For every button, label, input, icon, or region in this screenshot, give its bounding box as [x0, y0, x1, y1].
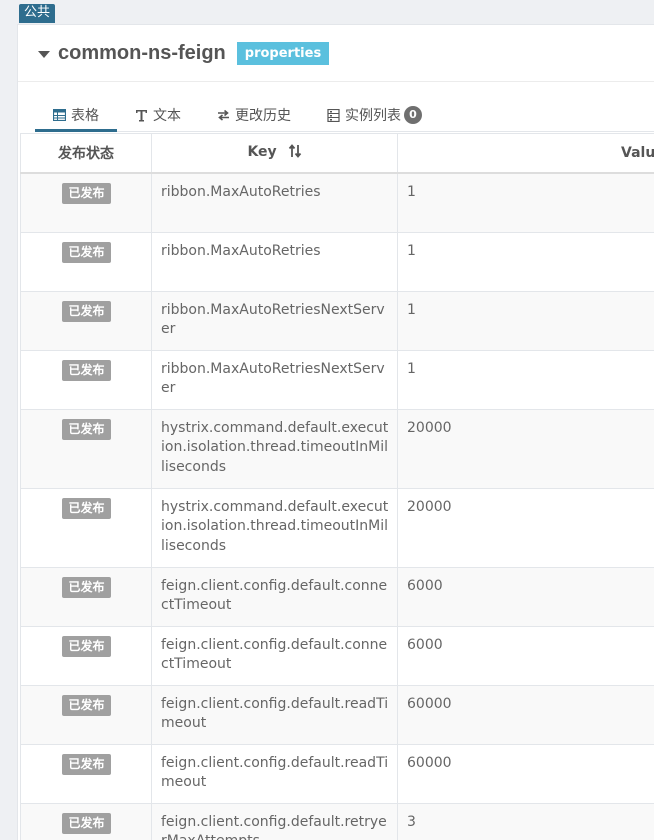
value-cell: 1 [397, 349, 654, 410]
instances-count-badge: 0 [404, 106, 422, 124]
text-icon [135, 109, 148, 122]
status-badge: 已发布 [62, 359, 111, 381]
key-cell: feign.client.config.default.connectTimeo… [151, 625, 398, 686]
status-cell: 已发布 [20, 349, 152, 410]
key-cell: hystrix.command.default.execution.isolat… [151, 408, 398, 489]
key-cell: ribbon.MaxAutoRetries [151, 231, 398, 292]
status-cell: 已发布 [20, 408, 152, 489]
table-row[interactable]: 已发布 feign.client.config.default.retryerMa… [20, 802, 654, 840]
status-cell: 已发布 [20, 625, 152, 686]
key-cell: feign.client.config.default.connectTimeo… [151, 566, 398, 627]
status-badge: 已发布 [62, 497, 111, 519]
header-key-label: Key [247, 144, 277, 160]
key-cell: ribbon.MaxAutoRetriesNextServer [151, 349, 398, 410]
config-table-wrap[interactable]: 发布状态 Key Value [20, 133, 654, 840]
table-row[interactable]: 已发布 ribbon.MaxAutoRetriesNextServer 1 [20, 290, 654, 351]
tab-history[interactable]: 更改历史 [199, 101, 309, 129]
value-cell: 1 [397, 172, 654, 233]
status-cell: 已发布 [20, 743, 152, 804]
namespace-panel: common-ns-feign properties 表格 文本 更改历史 实例… [17, 24, 654, 840]
status-cell: 已发布 [20, 172, 152, 233]
key-cell: feign.client.config.default.retryerMaxAt… [151, 802, 398, 840]
status-badge: 已发布 [62, 300, 111, 322]
table-row[interactable]: 已发布 feign.client.config.default.connectTi… [20, 625, 654, 686]
table-icon [53, 109, 66, 121]
status-badge: 已发布 [62, 241, 111, 263]
tab-text[interactable]: 文本 [117, 101, 199, 129]
sort-icon[interactable] [288, 144, 302, 162]
tab-history-label: 更改历史 [235, 108, 291, 124]
status-badge: 已发布 [62, 183, 111, 204]
key-cell: ribbon.MaxAutoRetries [151, 172, 398, 233]
tab-instances-label: 实例列表 [345, 108, 401, 124]
format-badge: properties [236, 41, 330, 65]
config-page: 公共 common-ns-feign properties 表格 文本 更改历史… [0, 0, 654, 840]
config-table: 发布状态 Key Value [20, 133, 654, 840]
table-row[interactable]: 已发布 hystrix.command.default.execution.iso… [20, 408, 654, 489]
table-row[interactable]: 已发布 feign.client.config.default.readTimeo… [20, 684, 654, 745]
status-cell: 已发布 [20, 487, 152, 568]
value-cell: 20000 [397, 408, 654, 489]
table-row[interactable]: 已发布 feign.client.config.default.readTimeo… [20, 743, 654, 804]
status-badge: 已发布 [62, 418, 111, 440]
table-row[interactable]: 已发布 hystrix.command.default.execution.iso… [20, 487, 654, 568]
table-row[interactable]: 已发布 ribbon.MaxAutoRetries 1 [20, 172, 654, 233]
table-row[interactable]: 已发布 ribbon.MaxAutoRetriesNextServer 1 [20, 349, 654, 410]
value-cell: 6000 [397, 625, 654, 686]
view-tabs: 表格 文本 更改历史 实例列表 0 [35, 101, 654, 132]
status-badge: 已发布 [62, 753, 111, 775]
config-rows: 已发布 ribbon.MaxAutoRetries 1 已发布 ribbon.MaxAu… [20, 172, 654, 840]
header-value: Value [397, 133, 654, 174]
status-cell: 已发布 [20, 684, 152, 745]
tab-table[interactable]: 表格 [35, 101, 117, 132]
status-cell: 已发布 [20, 231, 152, 292]
table-row[interactable]: 已发布 feign.client.config.default.connectTi… [20, 566, 654, 627]
value-cell: 20000 [397, 487, 654, 568]
swap-icon [217, 109, 230, 121]
header-status: 发布状态 [20, 133, 152, 174]
status-badge: 已发布 [62, 576, 111, 598]
key-cell: feign.client.config.default.readTimeout [151, 743, 398, 804]
status-cell: 已发布 [20, 290, 152, 351]
header-status-label: 发布状态 [58, 146, 114, 162]
header-value-label: Value [621, 145, 654, 161]
status-cell: 已发布 [20, 566, 152, 627]
status-badge: 已发布 [62, 812, 111, 834]
table-row[interactable]: 已发布 ribbon.MaxAutoRetries 1 [20, 231, 654, 292]
value-cell: 1 [397, 231, 654, 292]
namespace-name: common-ns-feign [58, 41, 226, 64]
key-cell: hystrix.command.default.execution.isolat… [151, 487, 398, 568]
tab-instances[interactable]: 实例列表 0 [309, 101, 440, 129]
status-badge: 已发布 [62, 635, 111, 657]
value-cell: 60000 [397, 743, 654, 804]
tab-table-label: 表格 [71, 108, 99, 124]
key-cell: feign.client.config.default.readTimeout [151, 684, 398, 745]
value-cell: 1 [397, 290, 654, 351]
server-icon [327, 108, 340, 122]
namespace-header[interactable]: common-ns-feign properties [18, 25, 654, 82]
value-cell: 60000 [397, 684, 654, 745]
value-cell: 6000 [397, 566, 654, 627]
key-cell: ribbon.MaxAutoRetriesNextServer [151, 290, 398, 351]
value-cell: 3 [397, 802, 654, 840]
tab-text-label: 文本 [153, 108, 181, 124]
header-key[interactable]: Key [151, 133, 398, 174]
caret-down-icon[interactable] [38, 50, 50, 58]
status-badge: 已发布 [62, 694, 111, 716]
status-cell: 已发布 [20, 802, 152, 840]
scope-tag: 公共 [19, 4, 56, 23]
